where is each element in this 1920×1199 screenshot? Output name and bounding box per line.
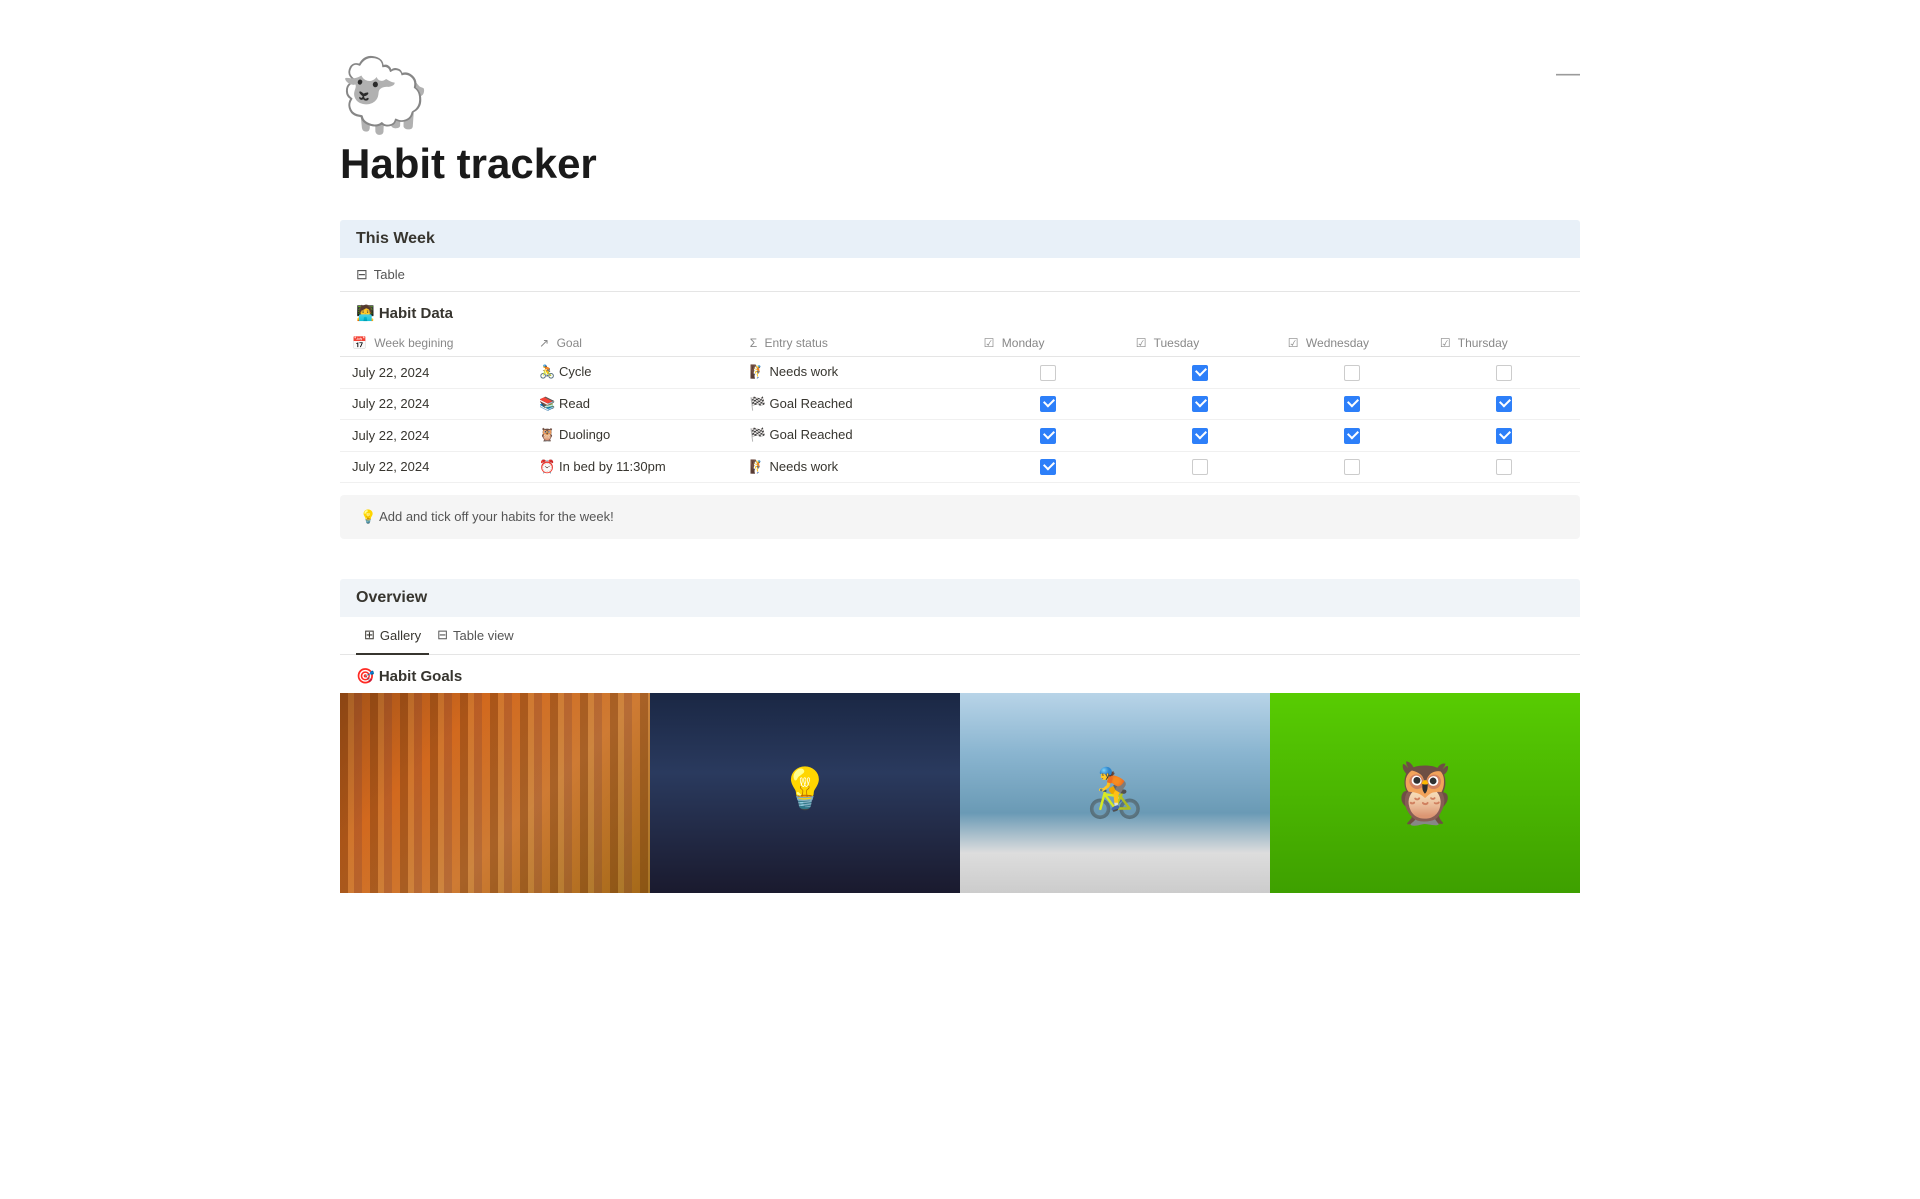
col-header-goal: ↗ Goal	[527, 330, 738, 357]
checkbox-tuesday-3[interactable]	[1192, 459, 1208, 475]
gallery-icon: ⊞	[364, 627, 375, 643]
cell-thursday-0[interactable]	[1428, 357, 1580, 389]
cell-tuesday-3[interactable]	[1124, 451, 1276, 483]
cell-goal-0[interactable]: 🚴 Cycle	[527, 357, 738, 389]
cell-wednesday-0[interactable]	[1276, 357, 1428, 389]
table-view-text: Table	[374, 267, 405, 282]
table-header-row: 📅 Week begining ↗ Goal Σ Entry status ☑ …	[340, 330, 1580, 357]
check-mon-icon: ☑	[984, 336, 995, 350]
cell-wednesday-1[interactable]	[1276, 388, 1428, 420]
cell-monday-0[interactable]	[972, 357, 1124, 389]
tab-gallery[interactable]: ⊞ Gallery	[356, 617, 429, 655]
table-view-label[interactable]: ⊟ Table	[340, 258, 1580, 292]
cell-tuesday-2[interactable]	[1124, 420, 1276, 452]
gallery-card-cycling[interactable]	[960, 693, 1270, 893]
checkbox-monday-3[interactable]	[1040, 459, 1056, 475]
cell-status-0: 🧗 Needs work	[738, 357, 972, 389]
cell-week-0: July 22, 2024	[340, 357, 527, 389]
cell-status-1: 🏁 Goal Reached	[738, 388, 972, 420]
cell-tuesday-1[interactable]	[1124, 388, 1276, 420]
view-tabs: ⊞ Gallery ⊟ Table view	[340, 617, 1580, 655]
gallery-label: Gallery	[380, 628, 421, 643]
cell-wednesday-2[interactable]	[1276, 420, 1428, 452]
col-header-week: 📅 Week begining	[340, 330, 527, 357]
cell-tuesday-0[interactable]	[1124, 357, 1276, 389]
col-header-thursday: ☑ Thursday	[1428, 330, 1580, 357]
cell-week-3: July 22, 2024	[340, 451, 527, 483]
habit-data-header: 🧑‍💻 Habit Data	[340, 292, 1580, 330]
cell-monday-1[interactable]	[972, 388, 1124, 420]
checkbox-tuesday-1[interactable]	[1192, 396, 1208, 412]
gallery-grid	[340, 693, 1580, 893]
cell-thursday-2[interactable]	[1428, 420, 1580, 452]
page-icon: 🐑	[340, 60, 1580, 132]
checkbox-wednesday-1[interactable]	[1344, 396, 1360, 412]
overview-header: Overview	[340, 579, 1580, 617]
col-header-tuesday: ☑ Tuesday	[1124, 330, 1276, 357]
gallery-card-duolingo[interactable]	[1270, 693, 1580, 893]
check-wed-icon: ☑	[1288, 336, 1299, 350]
col-header-wednesday: ☑ Wednesday	[1276, 330, 1428, 357]
table-row: July 22, 2024📚 Read🏁 Goal Reached	[340, 388, 1580, 420]
checkbox-thursday-3[interactable]	[1496, 459, 1512, 475]
check-thu-icon: ☑	[1440, 336, 1451, 350]
table-view-icon: ⊟	[437, 627, 448, 643]
cell-wednesday-3[interactable]	[1276, 451, 1428, 483]
hint-box: 💡 Add and tick off your habits for the w…	[340, 495, 1580, 539]
checkbox-thursday-0[interactable]	[1496, 365, 1512, 381]
table-row: July 22, 2024🦉 Duolingo🏁 Goal Reached	[340, 420, 1580, 452]
checkbox-monday-0[interactable]	[1040, 365, 1056, 381]
this-week-header: This Week	[340, 220, 1580, 258]
cell-goal-3[interactable]: ⏰ In bed by 11:30pm	[527, 451, 738, 483]
table-row: July 22, 2024🚴 Cycle🧗 Needs work	[340, 357, 1580, 389]
gallery-card-books[interactable]	[340, 693, 650, 893]
tab-table-view[interactable]: ⊟ Table view	[429, 617, 522, 655]
cell-goal-1[interactable]: 📚 Read	[527, 388, 738, 420]
minimize-button[interactable]: —	[1556, 60, 1580, 88]
cell-week-2: July 22, 2024	[340, 420, 527, 452]
checkbox-wednesday-2[interactable]	[1344, 428, 1360, 444]
arrow-icon: ↗	[539, 336, 549, 350]
checkbox-monday-1[interactable]	[1040, 396, 1056, 412]
page-title: Habit tracker	[340, 140, 1580, 188]
gallery-card-lamp[interactable]	[650, 693, 960, 893]
habit-table: 📅 Week begining ↗ Goal Σ Entry status ☑ …	[340, 330, 1580, 483]
overview-section: Overview ⊞ Gallery ⊟ Table view 🎯 Habit …	[340, 579, 1580, 893]
calendar-icon: 📅	[352, 336, 367, 350]
col-header-status: Σ Entry status	[738, 330, 972, 357]
cell-status-3: 🧗 Needs work	[738, 451, 972, 483]
checkbox-wednesday-0[interactable]	[1344, 365, 1360, 381]
cell-goal-2[interactable]: 🦉 Duolingo	[527, 420, 738, 452]
cell-monday-2[interactable]	[972, 420, 1124, 452]
sigma-icon: Σ	[750, 336, 757, 350]
cell-week-1: July 22, 2024	[340, 388, 527, 420]
cell-status-2: 🏁 Goal Reached	[738, 420, 972, 452]
col-header-monday: ☑ Monday	[972, 330, 1124, 357]
checkbox-thursday-2[interactable]	[1496, 428, 1512, 444]
page-container: — 🐑 Habit tracker This Week ⊟ Table 🧑‍💻 …	[260, 0, 1660, 965]
checkbox-monday-2[interactable]	[1040, 428, 1056, 444]
table-view-label: Table view	[453, 628, 514, 643]
this-week-section: This Week ⊟ Table 🧑‍💻 Habit Data 📅 Week …	[340, 220, 1580, 539]
cell-thursday-3[interactable]	[1428, 451, 1580, 483]
cell-monday-3[interactable]	[972, 451, 1124, 483]
habit-goals-header: 🎯 Habit Goals	[340, 655, 1580, 693]
checkbox-wednesday-3[interactable]	[1344, 459, 1360, 475]
checkbox-tuesday-2[interactable]	[1192, 428, 1208, 444]
check-tue-icon: ☑	[1136, 336, 1147, 350]
checkbox-tuesday-0[interactable]	[1192, 365, 1208, 381]
checkbox-thursday-1[interactable]	[1496, 396, 1512, 412]
cell-thursday-1[interactable]	[1428, 388, 1580, 420]
table-row: July 22, 2024⏰ In bed by 11:30pm🧗 Needs …	[340, 451, 1580, 483]
table-icon: ⊟	[356, 266, 368, 283]
